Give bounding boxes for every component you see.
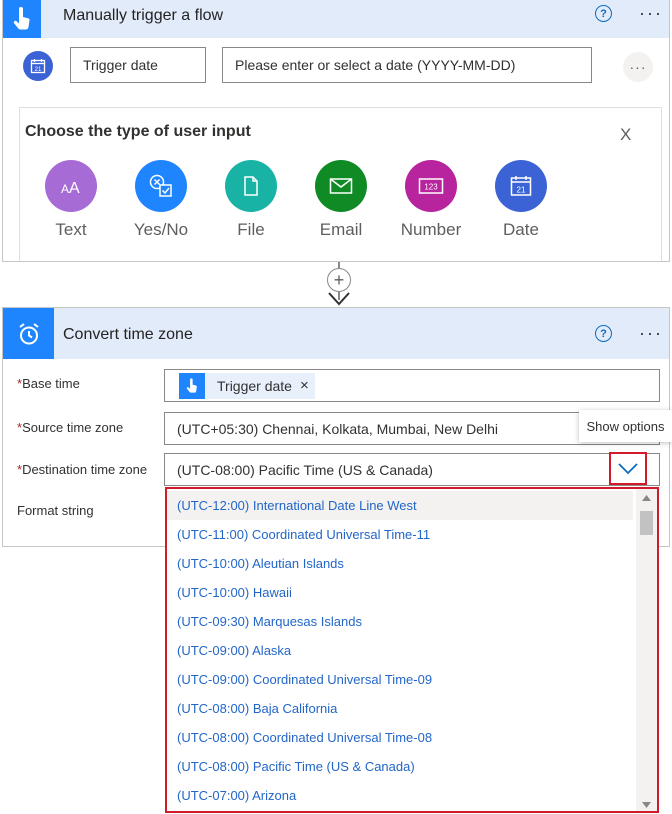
dropdown-option[interactable]: (UTC-07:00) Arizona bbox=[167, 781, 633, 810]
more-options-icon[interactable]: ··· bbox=[639, 324, 663, 342]
help-icon[interactable]: ? bbox=[595, 325, 612, 342]
chevron-down-icon bbox=[618, 462, 638, 474]
help-icon[interactable]: ? bbox=[595, 5, 612, 22]
base-time-label: *Base time bbox=[17, 376, 80, 391]
type-label-yes-no: Yes/No bbox=[133, 220, 189, 239]
type-email-button[interactable] bbox=[315, 160, 367, 212]
calendar-icon: 21 bbox=[495, 160, 547, 212]
choose-input-type-title: Choose the type of user input bbox=[25, 123, 251, 140]
scrollbar-thumb[interactable] bbox=[640, 511, 653, 535]
trigger-date-token[interactable]: Trigger date × bbox=[179, 372, 315, 399]
type-label-email: Email bbox=[319, 220, 363, 239]
type-yes-no-button[interactable] bbox=[135, 160, 187, 212]
dropdown-option[interactable]: (UTC-11:00) Coordinated Universal Time-1… bbox=[167, 520, 633, 549]
base-time-field[interactable]: Trigger date × bbox=[164, 369, 660, 402]
add-step-button[interactable]: + bbox=[327, 268, 351, 292]
file-icon bbox=[225, 160, 277, 212]
svg-text:A: A bbox=[61, 182, 69, 196]
dropdown-option[interactable]: (UTC-09:00) Coordinated Universal Time-0… bbox=[167, 665, 633, 694]
format-string-label: Format string bbox=[17, 503, 94, 518]
type-text-button[interactable]: AA bbox=[45, 160, 97, 212]
dropdown-option[interactable]: (UTC-09:00) Alaska bbox=[167, 636, 633, 665]
more-options-icon[interactable]: ··· bbox=[639, 4, 663, 22]
source-tz-label-text: Source time zone bbox=[22, 420, 124, 435]
text-icon: AA bbox=[45, 160, 97, 212]
source-tz-label: *Source time zone bbox=[17, 420, 123, 435]
svg-text:123: 123 bbox=[424, 183, 438, 192]
dropdown-option[interactable]: (UTC-12:00) International Date Line West bbox=[167, 491, 633, 520]
touch-trigger-icon bbox=[3, 0, 41, 38]
svg-text:21: 21 bbox=[517, 186, 526, 195]
type-label-file: File bbox=[237, 220, 265, 239]
token-label: Trigger date bbox=[217, 377, 292, 394]
dest-tz-label-text: Destination time zone bbox=[22, 462, 148, 477]
svg-text:A: A bbox=[69, 180, 80, 196]
dropdown-option[interactable]: (UTC-08:00) Coordinated Universal Time-0… bbox=[167, 723, 633, 752]
type-file-button[interactable] bbox=[225, 160, 277, 212]
type-label-text: Text bbox=[55, 220, 87, 239]
dropdown-option[interactable]: (UTC-08:00) Pacific Time (US & Canada) bbox=[167, 752, 633, 781]
scroll-up-arrow-icon[interactable] bbox=[642, 495, 651, 501]
show-options-tooltip: Show options bbox=[579, 410, 672, 442]
trigger-card-header[interactable]: Manually trigger a flow ? ··· bbox=[3, 0, 669, 38]
type-label-number: Number bbox=[400, 220, 462, 239]
type-number-button[interactable]: 123 bbox=[405, 160, 457, 212]
dropdown-option[interactable]: (UTC-10:00) Aleutian Islands bbox=[167, 549, 633, 578]
dropdown-option[interactable]: (UTC-08:00) Baja California bbox=[167, 694, 633, 723]
trigger-card: Manually trigger a flow ? ··· 21 Trigger… bbox=[2, 0, 670, 262]
choose-input-type-panel: Choose the type of user input X AA 123 2… bbox=[19, 107, 662, 261]
dest-tz-label: *Destination time zone bbox=[17, 462, 147, 477]
trigger-card-title: Manually trigger a flow bbox=[63, 7, 224, 24]
token-remove-icon[interactable]: × bbox=[292, 377, 315, 394]
input-name-field[interactable]: Trigger date bbox=[70, 47, 206, 83]
alarm-clock-icon bbox=[3, 308, 54, 359]
dest-tz-select[interactable]: (UTC-08:00) Pacific Time (US & Canada) bbox=[164, 453, 660, 486]
calendar-icon: 21 bbox=[23, 51, 53, 81]
email-icon bbox=[315, 160, 367, 212]
dropdown-option[interactable]: (UTC-10:00) Hawaii bbox=[167, 578, 633, 607]
close-icon[interactable]: X bbox=[620, 125, 631, 145]
type-date-button[interactable]: 21 bbox=[495, 160, 547, 212]
time-zone-dropdown[interactable]: (UTC-12:00) International Date Line West… bbox=[165, 487, 659, 813]
dropdown-option[interactable]: (UTC-09:30) Marquesas Islands bbox=[167, 607, 633, 636]
yes-no-icon bbox=[135, 160, 187, 212]
dropdown-scrollbar[interactable] bbox=[636, 489, 657, 811]
svg-text:21: 21 bbox=[35, 67, 42, 73]
number-icon: 123 bbox=[405, 160, 457, 212]
input-more-button[interactable]: ··· bbox=[623, 52, 653, 82]
scroll-down-arrow-icon[interactable] bbox=[642, 802, 651, 808]
touch-trigger-icon bbox=[179, 372, 205, 399]
base-time-label-text: Base time bbox=[22, 376, 80, 391]
convert-card-header[interactable]: Convert time zone ? ··· bbox=[3, 308, 669, 359]
convert-card-title: Convert time zone bbox=[63, 326, 193, 343]
type-label-date: Date bbox=[503, 220, 539, 239]
show-options-button[interactable] bbox=[609, 452, 647, 485]
input-placeholder-field[interactable]: Please enter or select a date (YYYY-MM-D… bbox=[222, 47, 592, 83]
